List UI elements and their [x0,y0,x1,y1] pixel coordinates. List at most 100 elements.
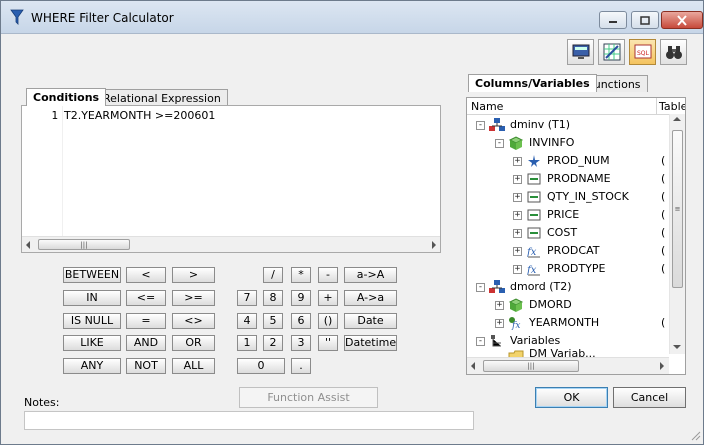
scroll-thumb[interactable]: ||| [483,360,579,372]
like-button[interactable]: LIKE [63,335,121,351]
scroll-right-icon[interactable] [660,362,664,370]
greater-than-button[interactable]: > [172,267,215,283]
expand-icon[interactable]: + [513,265,522,274]
quotes-button[interactable]: '' [318,335,338,351]
tree-node-prodname[interactable]: + PRODNAME ( [467,171,685,187]
expand-icon[interactable]: + [513,229,522,238]
collapse-icon[interactable]: - [476,121,485,130]
and-button[interactable]: AND [126,335,166,351]
tree-node-prodtype[interactable]: + fx PRODTYPE ( [467,261,685,277]
scroll-left-icon[interactable] [26,241,30,249]
maximize-button[interactable] [631,11,659,29]
date-button[interactable]: Date [344,313,397,329]
expand-icon[interactable]: + [495,301,504,310]
resize-grip-icon[interactable] [689,429,701,441]
scroll-down-icon[interactable] [673,345,681,349]
datetime-button[interactable]: Datetime [344,335,397,351]
tree-node-cost[interactable]: + COST ( [467,225,685,241]
plus-button[interactable]: + [318,290,338,306]
scroll-thumb[interactable]: ≡ [672,130,683,288]
tree-vertical-scrollbar[interactable]: ≡ [669,114,685,354]
digit-8-button[interactable]: 8 [263,290,283,306]
tab-relational-expression[interactable]: Relational Expression [96,89,228,106]
column-header-table[interactable]: Table [659,100,685,113]
expand-icon[interactable]: + [513,157,522,166]
tab-columns-variables[interactable]: Columns/Variables [468,74,597,92]
in-button[interactable]: IN [63,290,121,306]
svg-text:SQL: SQL [637,50,650,57]
expand-icon[interactable]: + [513,175,522,184]
decimal-button[interactable]: . [291,358,311,374]
scroll-thumb[interactable]: ||| [38,239,130,250]
tree-node-qty-in-stock[interactable]: + QTY_IN_STOCK ( [467,189,685,205]
collapse-icon[interactable]: - [476,283,485,292]
collapse-icon[interactable]: - [476,337,485,346]
is-null-button[interactable]: IS NULL [63,313,121,329]
divide-button[interactable]: / [263,267,283,283]
minimize-button[interactable] [599,11,627,29]
digit-0-button[interactable]: 0 [237,358,285,374]
tree-node-prod-num[interactable]: + PROD_NUM ( [467,153,685,169]
tree-node-dmord[interactable]: - dmord (T2) [467,279,667,295]
not-equal-button[interactable]: <> [172,313,215,329]
tree-node-dminv[interactable]: - dminv (T1) [467,117,667,133]
scroll-right-icon[interactable] [432,241,436,249]
to-upper-button[interactable]: a->A [344,267,397,283]
less-than-button[interactable]: < [126,267,166,283]
expand-icon[interactable]: + [513,247,522,256]
digit-1-button[interactable]: 1 [237,335,257,351]
sql-validate-button[interactable]: SQL [629,39,656,65]
node-label: PRODNAME [547,172,611,185]
less-equal-button[interactable]: <= [126,290,166,306]
tree-node-dm-variables[interactable]: DM Variab... [467,349,667,357]
digit-2-button[interactable]: 2 [263,335,283,351]
tab-conditions[interactable]: Conditions [26,88,107,106]
parentheses-button[interactable]: () [318,313,338,329]
equals-button[interactable]: = [126,313,166,329]
digit-5-button[interactable]: 5 [263,313,283,329]
scroll-left-icon[interactable] [471,362,475,370]
find-button[interactable] [660,39,687,65]
editor-horizontal-scrollbar[interactable]: ||| [22,236,440,252]
key-field-icon [528,155,540,167]
greater-equal-button[interactable]: >= [172,290,215,306]
or-button[interactable]: OR [172,335,215,351]
column-header-name[interactable]: Name [471,100,503,113]
expand-icon[interactable]: + [513,193,522,202]
tree-node-prodcat[interactable]: + fx PRODCAT ( [467,243,685,259]
digit-3-button[interactable]: 3 [291,335,311,351]
tree-horizontal-scrollbar[interactable]: ||| [467,357,669,374]
digit-9-button[interactable]: 9 [291,290,311,306]
any-button[interactable]: ANY [63,358,121,374]
collapse-icon[interactable]: - [495,139,504,148]
tree-node-dmord-segment[interactable]: + DMORD [467,297,667,313]
minus-button[interactable]: - [318,267,338,283]
scroll-up-icon[interactable] [673,117,681,121]
header-divider [656,98,657,115]
segment-icon [508,298,524,312]
expand-icon[interactable]: + [495,319,504,328]
cancel-button[interactable]: Cancel [613,387,686,408]
multiply-button[interactable]: * [291,267,311,283]
tree-node-variables[interactable]: - Variables [467,333,667,349]
expand-icon[interactable]: + [513,211,522,220]
between-button[interactable]: BETWEEN [63,267,121,283]
condition-editor[interactable]: 1 T2.YEARMONTH >=200601 ||| [21,105,441,253]
digit-7-button[interactable]: 7 [237,290,257,306]
close-button[interactable] [661,11,703,29]
digit-4-button[interactable]: 4 [237,313,257,329]
all-button[interactable]: ALL [172,358,215,374]
tree-node-price[interactable]: + PRICE ( [467,207,685,223]
function-assist-button[interactable]: Function Assist [239,387,378,408]
tree-node-invinfo[interactable]: - INVINFO [467,135,667,151]
tree-node-yearmonth[interactable]: + fx YEARMONTH ( [467,315,685,331]
columns-tree[interactable]: Name Table - dminv (T1) - INVINFO + PROD… [466,97,686,375]
digit-6-button[interactable]: 6 [291,313,311,329]
not-button[interactable]: NOT [126,358,166,374]
to-lower-button[interactable]: A->a [344,290,397,306]
grid-view-button[interactable] [598,39,625,65]
sql-view-button[interactable] [567,39,594,65]
notes-field[interactable] [24,411,474,430]
ok-button[interactable]: OK [535,387,608,408]
condition-text[interactable]: T2.YEARMONTH >=200601 [64,109,215,122]
